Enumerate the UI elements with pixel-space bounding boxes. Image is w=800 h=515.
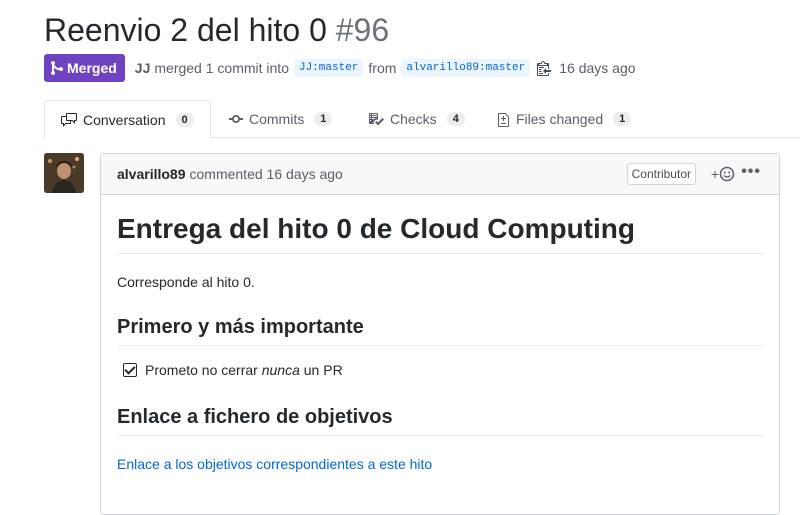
task-list-item: Prometo no cerrar nunca un PR	[123, 362, 764, 378]
comment-header: alvarillo89 commented 16 days ago Contri…	[101, 154, 779, 195]
tab-conversation-label: Conversation	[83, 111, 166, 128]
tab-commits[interactable]: Commits 1	[229, 100, 333, 137]
task-checkbox[interactable]	[123, 363, 137, 377]
tab-commits-count: 1	[314, 111, 333, 126]
tab-files-count: 1	[613, 111, 632, 126]
head-branch[interactable]: alvarillo89:master	[401, 59, 531, 77]
pr-meta: Merged JJ merged 1 commit into JJ:master…	[44, 54, 636, 82]
smiley-icon	[719, 166, 735, 182]
contributor-label: Contributor	[626, 163, 696, 185]
tab-checks[interactable]: Checks 4	[368, 100, 465, 137]
merger-link[interactable]: JJ	[135, 60, 151, 76]
tab-files-changed[interactable]: Files changed 1	[498, 100, 632, 137]
pr-title: Reenvio 2 del hito 0 #96	[44, 12, 389, 49]
meta-text-1: merged 1 commit into	[154, 60, 289, 76]
add-reaction-button[interactable]: +	[711, 166, 735, 182]
comment-menu-icon[interactable]: •••	[741, 163, 761, 181]
merged-badge: Merged	[44, 54, 125, 82]
comment-body: Entrega del hito 0 de Cloud Computing Co…	[101, 213, 779, 472]
tab-files-label: Files changed	[516, 110, 604, 127]
task-text: Prometo no cerrar nunca un PR	[145, 362, 343, 378]
pr-tabs: Conversation 0 Commits 1 Checks 4 Files …	[44, 100, 800, 139]
add-reaction-plus: +	[710, 166, 719, 182]
comment-action: commented 16 days ago	[189, 166, 343, 182]
meta-text-2: from	[368, 60, 397, 76]
tab-conversation-count: 0	[175, 112, 194, 127]
file-diff-icon	[498, 112, 509, 127]
comment-discussion-icon	[61, 112, 77, 127]
clipboard-icon[interactable]	[537, 60, 552, 76]
pr-number: #96	[335, 12, 390, 48]
body-heading: Entrega del hito 0 de Cloud Computing	[117, 213, 764, 254]
tab-checks-count: 4	[446, 111, 465, 126]
comment-box: alvarillo89 commented 16 days ago Contri…	[100, 153, 780, 515]
tab-checks-label: Checks	[390, 110, 437, 127]
checklist-icon	[369, 112, 384, 125]
objectives-link[interactable]: Enlace a los objetivos correspondientes …	[117, 456, 764, 472]
section-heading-1: Primero y más importante	[117, 316, 764, 346]
section-heading-2: Enlace a fichero de objetivos	[117, 406, 764, 436]
tab-conversation[interactable]: Conversation 0	[44, 100, 211, 139]
body-paragraph: Corresponde al hito 0.	[117, 274, 255, 290]
merge-time: 16 days ago	[559, 60, 636, 76]
merged-badge-label: Merged	[67, 60, 117, 76]
commit-icon	[229, 114, 243, 123]
avatar[interactable]	[44, 153, 84, 193]
git-merge-icon	[51, 60, 63, 76]
pr-title-text: Reenvio 2 del hito 0	[44, 12, 327, 48]
tab-commits-label: Commits	[249, 110, 305, 127]
comment-author[interactable]: alvarillo89	[117, 166, 186, 182]
base-branch[interactable]: JJ:master	[293, 59, 364, 77]
